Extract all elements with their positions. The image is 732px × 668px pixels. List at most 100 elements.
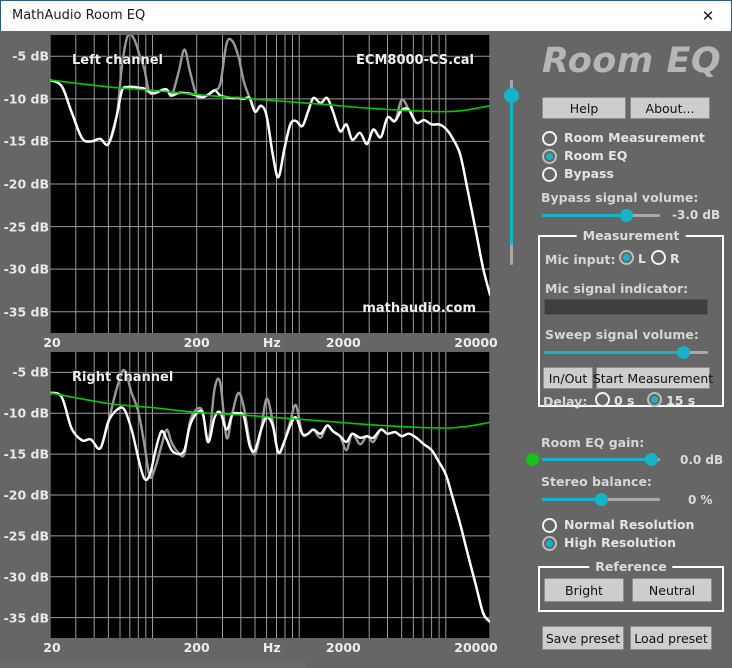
- room-eq-gain-status-indicator: [526, 453, 539, 466]
- chart-title: Right channel: [72, 370, 173, 385]
- y-tick-label: -25 dB: [4, 219, 49, 234]
- radio-label-mic-left: L: [638, 251, 646, 266]
- eq-strength-vertical-slider[interactable]: [503, 80, 519, 265]
- x-tick-label: 200: [184, 640, 210, 655]
- series-corrected-response: [50, 80, 490, 295]
- stereo-balance-value: 0 %: [688, 493, 713, 507]
- x-tick-label: 2000: [326, 335, 361, 350]
- load-preset-button[interactable]: Load preset: [630, 626, 712, 650]
- radio-delay-0s[interactable]: [595, 392, 610, 407]
- radio-label-mic-right: R: [670, 251, 680, 266]
- x-tick-label: 2000: [326, 640, 361, 655]
- bypass-volume-value: -3.0 dB: [672, 208, 720, 222]
- delay-label: Delay:: [543, 394, 587, 409]
- y-tick-label: -35 dB: [4, 304, 49, 319]
- y-tick-label: -15 dB: [4, 134, 49, 149]
- x-tick-label: 200: [184, 335, 210, 350]
- slider-fill: [542, 498, 601, 501]
- radio-high-resolution[interactable]: [542, 536, 557, 551]
- left-channel-chart[interactable]: Left channel ECM8000-CS.cal mathaudio.com -…: [18, 33, 518, 355]
- bright-button[interactable]: Bright: [544, 578, 624, 602]
- slider-handle[interactable]: [677, 346, 690, 359]
- room-eq-gain-label: Room EQ gain:: [541, 435, 644, 450]
- control-panel: Room EQ Help About... Room Measurement R…: [530, 33, 732, 668]
- x-tick-label: 20: [43, 640, 60, 655]
- in-out-button[interactable]: In/Out: [543, 367, 593, 389]
- radio-label-delay-15s: 15 s: [666, 393, 695, 408]
- app-window: MathAudio Room EQ ✕ Left channel ECM8000-…: [0, 0, 732, 668]
- room-eq-gain-slider[interactable]: [542, 453, 660, 467]
- y-axis: -5 dB-10 dB-15 dB-20 dB-25 dB-30 dB-35 d…: [18, 352, 48, 638]
- stereo-balance-label: Stereo balance:: [541, 474, 652, 489]
- radio-label-room-measurement: Room Measurement: [564, 130, 705, 145]
- y-tick-label: -30 dB: [4, 569, 49, 584]
- y-tick-label: -5 dB: [12, 365, 49, 380]
- room-eq-gain-value: 0.0 dB: [680, 453, 723, 467]
- reference-group-title: Reference: [589, 559, 672, 574]
- neutral-button[interactable]: Neutral: [632, 578, 712, 602]
- background-window-edge: [0, 661, 306, 668]
- x-tick-label: 20: [43, 335, 60, 350]
- radio-room-measurement[interactable]: [542, 131, 557, 146]
- sweep-volume-slider[interactable]: [544, 346, 708, 360]
- close-icon[interactable]: ✕: [685, 1, 731, 30]
- radio-label-high-resolution: High Resolution: [564, 535, 676, 550]
- y-tick-label: -15 dB: [4, 447, 49, 462]
- y-tick-label: -10 dB: [4, 91, 49, 106]
- stereo-balance-slider[interactable]: [542, 493, 660, 507]
- y-tick-label: -5 dB: [12, 49, 49, 64]
- mic-indicator-label: Mic signal indicator:: [545, 281, 688, 296]
- sweep-volume-label: Sweep signal volume:: [545, 327, 699, 342]
- slider-handle[interactable]: [620, 209, 633, 222]
- vertical-slider-fill: [510, 95, 513, 245]
- slider-handle[interactable]: [595, 493, 608, 506]
- radio-label-bypass: Bypass: [564, 166, 614, 181]
- mic-input-label: Mic input:: [545, 252, 616, 267]
- radio-label-normal-resolution: Normal Resolution: [564, 517, 694, 532]
- x-tick-label: Hz: [263, 335, 281, 350]
- chart-title: Left channel: [72, 53, 163, 68]
- bypass-volume-label: Bypass signal volume:: [541, 190, 698, 205]
- plot-area[interactable]: Right channel: [50, 352, 490, 638]
- series-target-curve: [50, 80, 490, 112]
- help-button[interactable]: Help: [542, 97, 626, 119]
- plot-area[interactable]: Left channel ECM8000-CS.cal mathaudio.com: [50, 35, 490, 333]
- title-bar: MathAudio Room EQ ✕: [0, 0, 732, 31]
- slider-fill: [544, 351, 683, 354]
- slider-fill: [542, 458, 652, 461]
- series-raw-measurement: [50, 35, 490, 295]
- vertical-slider-handle[interactable]: [504, 88, 519, 103]
- radio-label-room-eq: Room EQ: [564, 148, 627, 163]
- slider-fill: [542, 214, 627, 217]
- y-axis: -5 dB-10 dB-15 dB-20 dB-25 dB-30 dB-35 d…: [18, 35, 48, 333]
- y-tick-label: -20 dB: [4, 177, 49, 192]
- y-tick-label: -10 dB: [4, 406, 49, 421]
- window-title: MathAudio Room EQ: [12, 8, 145, 23]
- y-tick-label: -25 dB: [4, 528, 49, 543]
- app-brand-title: Room EQ: [542, 41, 721, 81]
- y-tick-label: -20 dB: [4, 488, 49, 503]
- bypass-volume-slider[interactable]: [542, 209, 660, 223]
- slider-handle[interactable]: [645, 453, 658, 466]
- save-preset-button[interactable]: Save preset: [542, 626, 624, 650]
- radio-mic-right[interactable]: [651, 250, 666, 265]
- x-axis: 20200Hz200020000: [50, 640, 490, 658]
- radio-normal-resolution[interactable]: [542, 518, 557, 533]
- radio-delay-15s[interactable]: [647, 392, 662, 407]
- calibration-file-label: ECM8000-CS.cal: [356, 53, 474, 68]
- radio-bypass[interactable]: [542, 167, 557, 182]
- about-button[interactable]: About...: [630, 97, 710, 119]
- mic-signal-indicator: [544, 299, 708, 315]
- y-tick-label: -30 dB: [4, 262, 49, 277]
- x-tick-label: 20000: [454, 640, 498, 655]
- x-tick-label: Hz: [263, 640, 281, 655]
- radio-room-eq[interactable]: [542, 149, 557, 164]
- y-tick-label: -35 dB: [4, 610, 49, 625]
- watermark: mathaudio.com: [362, 301, 476, 316]
- series-raw-measurement: [50, 370, 490, 622]
- radio-mic-left[interactable]: [619, 250, 634, 265]
- start-measurement-button[interactable]: Start Measurement: [596, 367, 710, 389]
- x-tick-label: 20000: [454, 335, 498, 350]
- right-channel-chart[interactable]: Right channel -5 dB-10 dB-15 dB-20 dB-25 …: [18, 350, 518, 660]
- radio-label-delay-0s: 0 s: [614, 393, 635, 408]
